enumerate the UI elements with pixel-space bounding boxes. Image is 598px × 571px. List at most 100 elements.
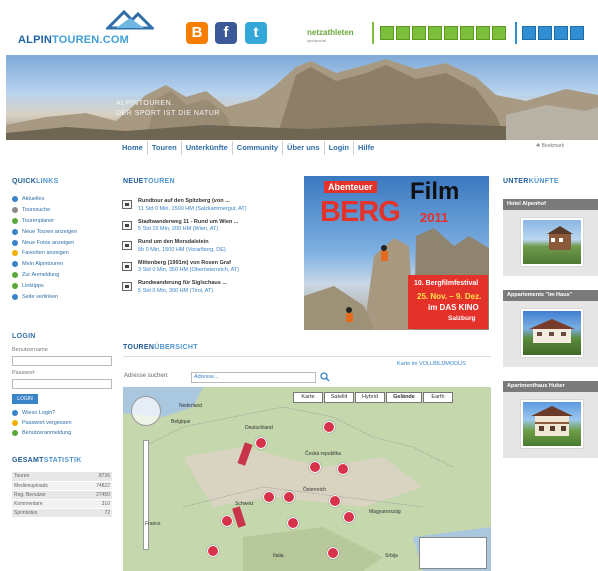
bookmark-button[interactable]: ✚ Bookmark — [536, 143, 564, 149]
forgot-password-link[interactable]: Passwort vergessen — [12, 418, 72, 428]
address-search-input[interactable]: Adresse... — [191, 372, 316, 383]
quicklinks-title: QUICKLINKS — [12, 178, 59, 185]
facebook-icon[interactable]: f — [215, 22, 237, 44]
quicklink-seite-verlinken[interactable]: Seite verlinken — [12, 291, 107, 302]
list-item[interactable]: Mittenberg (1991m) von Rosen Graf 3 Std 0… — [122, 258, 287, 279]
password-input[interactable] — [12, 379, 112, 389]
quicklink-aktuelles[interactable]: Aktuelles — [12, 194, 107, 205]
partner-blue-icon[interactable] — [538, 26, 552, 40]
partner-sport-icon[interactable] — [396, 26, 410, 40]
quicklink-neue-touren[interactable]: Neue Touren anzeigen — [12, 226, 107, 237]
accommodation-card[interactable] — [503, 301, 598, 367]
list-item[interactable]: Rundwanderung für Siglschaus ... 5 Std 0 … — [122, 278, 287, 299]
map-type-gelaende[interactable]: Gelände — [386, 392, 422, 403]
register-icon — [12, 430, 18, 436]
partner-sport-icon[interactable] — [380, 26, 394, 40]
table-row: Medienuploads 74822 — [12, 481, 112, 491]
list-item[interactable]: Stadtwanderweg 11 - Rund um Wien ... 5 St… — [122, 217, 287, 238]
map-type-hybrid[interactable]: Hybrid — [355, 392, 385, 403]
accommodation-title[interactable]: Appartements "Im Haus" — [503, 290, 598, 301]
tour-marker[interactable] — [329, 495, 341, 507]
bergfilm-ad[interactable]: Abenteuer Film BERG 2011 10. Bergfilmfes… — [304, 176, 489, 330]
partner-sport-icon[interactable] — [492, 26, 506, 40]
tour-marker[interactable] — [283, 491, 295, 503]
nav-unterkuenfte[interactable]: Unterkünfte — [182, 141, 233, 155]
partner-sport-icon[interactable] — [460, 26, 474, 40]
dolomites-image — [6, 59, 598, 140]
quicklinks-list: Aktuelles Tourssuche Tourenplaner Neue T… — [12, 194, 107, 302]
tour-map-icon — [122, 241, 132, 250]
twitter-icon[interactable]: t — [245, 22, 267, 44]
logo-text-touren: TOUREN.COM — [52, 34, 129, 46]
login-button[interactable]: LOGIN — [12, 394, 38, 404]
tour-marker[interactable] — [207, 545, 219, 557]
nav-ueber-uns[interactable]: Über uns — [283, 141, 325, 155]
ad-festival-name: 10. Bergfilmfestival — [414, 280, 479, 287]
fullscreen-map-link[interactable]: Karte im VOLLBILDMODUS — [397, 361, 466, 367]
accommodation-card[interactable] — [503, 210, 598, 276]
header-banner: ALPINTOUREN. DER SPORT IST DIE NATUR — [6, 55, 598, 140]
ad-city: Salzburg — [448, 315, 476, 322]
tour-marker[interactable] — [309, 461, 321, 473]
quicklink-anmeldung[interactable]: Zur Anmeldung — [12, 270, 107, 281]
quicklink-tourenplaner[interactable]: Tourenplaner — [12, 216, 107, 227]
hotel-photo[interactable] — [521, 218, 583, 266]
accommodation-title[interactable]: Hotel Alpenhof — [503, 199, 598, 210]
nav-hilfe[interactable]: Hilfe — [354, 141, 378, 155]
blogger-icon[interactable]: B — [186, 22, 208, 44]
nav-community[interactable]: Community — [233, 141, 284, 155]
tour-marker[interactable] — [221, 515, 233, 527]
hotel-photo[interactable] — [521, 400, 583, 448]
username-input[interactable] — [12, 356, 112, 366]
search-icon[interactable] — [320, 372, 330, 382]
table-row: Touren 8736 — [12, 472, 112, 482]
map-type-karte[interactable]: Karte — [293, 392, 323, 403]
map-label: Česká republika — [305, 451, 341, 457]
map-overview-inset[interactable] — [419, 537, 487, 569]
accommodation-card[interactable] — [503, 392, 598, 458]
site-logo[interactable]: ALPINTOUREN.COM — [18, 8, 168, 48]
tour-map-icon — [122, 200, 132, 209]
partner-sport-icon[interactable] — [476, 26, 490, 40]
tour-marker[interactable] — [287, 517, 299, 529]
key-icon — [12, 420, 18, 426]
tour-marker[interactable] — [343, 511, 355, 523]
user-icon — [12, 261, 18, 268]
partner-sport-icon[interactable] — [428, 26, 442, 40]
table-row: Sprintsites 72 — [12, 508, 112, 518]
map-pan-control[interactable] — [131, 396, 161, 426]
nav-touren[interactable]: Touren — [148, 141, 182, 155]
quicklink-neue-fotos[interactable]: Neue Fotos anzeigen — [12, 237, 107, 248]
partner-sport-icon[interactable] — [444, 26, 458, 40]
register-link[interactable]: Benutzeranmeldung — [12, 428, 72, 438]
partner-blue-icon[interactable] — [570, 26, 584, 40]
tour-marker[interactable] — [323, 421, 335, 433]
link-icon — [12, 282, 18, 289]
partner-logo[interactable]: netzathleten sportportal — [307, 28, 354, 43]
map-type-earth[interactable]: Earth — [423, 392, 453, 403]
tour-marker[interactable] — [263, 491, 275, 503]
map-type-satellit[interactable]: Satellit — [324, 392, 354, 403]
list-item[interactable]: Rundtour auf den Spitzberg (von ... 11 St… — [122, 196, 287, 217]
tour-marker[interactable] — [327, 547, 339, 559]
tour-overview-title: TOURENÜBERSICHT — [123, 344, 198, 351]
map-label: Magyarország — [369, 509, 401, 515]
quicklink-mein-alpintouren[interactable]: Mein Alpintouren — [12, 259, 107, 270]
nav-login[interactable]: Login — [325, 141, 354, 155]
map-zoom-slider[interactable] — [143, 440, 149, 550]
tour-marker[interactable] — [255, 437, 267, 449]
quicklink-tourssuche[interactable]: Tourssuche — [12, 205, 107, 216]
banner-caption-line1: ALPINTOUREN. — [116, 100, 174, 107]
why-login-link[interactable]: Wieso Login? — [12, 408, 72, 418]
partner-sport-icon[interactable] — [412, 26, 426, 40]
list-item[interactable]: Rund um den Morsdalstein 5h 0 Min, 1500 H… — [122, 237, 287, 258]
accommodation-title[interactable]: Apartmenthaus Huber — [503, 381, 598, 392]
tour-marker[interactable] — [337, 463, 349, 475]
partner-blue-icon[interactable] — [554, 26, 568, 40]
quicklink-favoriten[interactable]: Favoriten anzeigen — [12, 248, 107, 259]
partner-blue-icon[interactable] — [522, 26, 536, 40]
quicklink-linktipps[interactable]: Linktipps — [12, 280, 107, 291]
nav-home[interactable]: Home — [118, 141, 148, 155]
hotel-photo[interactable] — [521, 309, 583, 357]
tour-map[interactable]: Karte Satellit Hybrid Gelände Earth Nede… — [123, 387, 491, 571]
